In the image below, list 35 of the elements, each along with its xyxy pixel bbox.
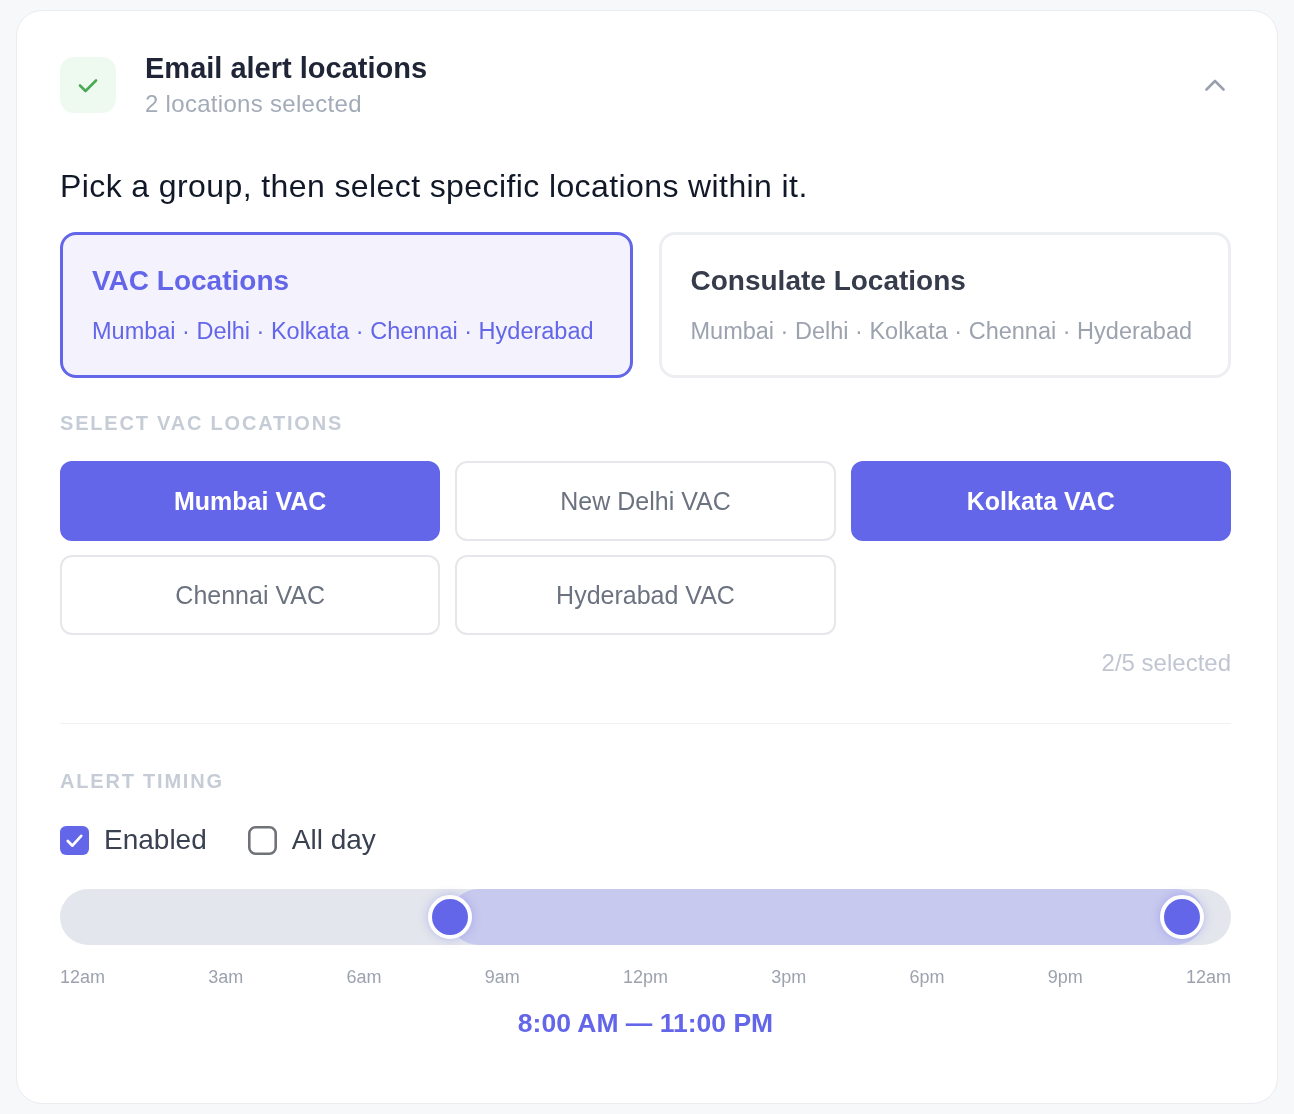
selection-summary: 2 locations selected [145,89,363,119]
time-range-slider[interactable] [60,889,1231,945]
group-option-card[interactable]: VAC Locations Mumbai · Delhi · Kolkata · Chennai · Hyderabad [60,232,633,378]
time-tick-label: 12pm [622,966,668,988]
location-toggle[interactable]: New Delhi VAC [455,461,836,541]
group-title: VAC Locations [92,265,291,297]
time-tick-label: 12am [60,966,106,988]
time-tick-label: 9am [484,966,520,988]
time-tick-label: 9pm [1047,966,1083,988]
checkbox-label[interactable]: Enabled [104,823,207,857]
location-toggle[interactable]: Mumbai VAC [60,461,441,541]
location-toggle[interactable]: Kolkata VAC [850,461,1231,541]
location-toggle[interactable]: Hyderabad VAC [455,555,836,635]
time-tick-label: 6pm [909,966,945,988]
section-heading: ALERT TIMING [60,769,225,793]
group-locations: Mumbai · Delhi · Kolkata · Chennai · Hyderabad [92,317,595,346]
group-option-card[interactable]: Consulate Locations Mumbai · Delhi · Kolkata · Chennai · Hyderabad [658,232,1231,378]
time-tick-label: 3am [208,966,244,988]
checked-checkbox[interactable] [60,825,89,855]
slider-thumb[interactable] [428,895,473,939]
time-range-value: 8:00 AM — 11:00 PM [516,1007,775,1039]
group-title: Consulate Locations [690,265,967,297]
instruction-text: Pick a group, then select specific locations within it. [60,167,809,206]
chevron-up-icon[interactable] [1205,79,1225,91]
checkbox-label[interactable]: All day [291,823,376,857]
time-tick-label: 12am [1185,966,1231,988]
group-locations: Mumbai · Delhi · Kolkata · Chennai · Hyderabad [690,317,1194,346]
check-icon [60,57,116,113]
time-tick-label: 3pm [771,966,807,988]
section-title: Email alert locations [145,51,429,85]
location-toggle[interactable]: Chennai VAC [60,555,441,635]
time-tick-label: 6am [346,966,382,988]
checkbox[interactable] [247,825,277,855]
selected-count: 2/5 selected [1100,649,1231,677]
section-heading: SELECT VAC LOCATIONS [60,411,345,435]
